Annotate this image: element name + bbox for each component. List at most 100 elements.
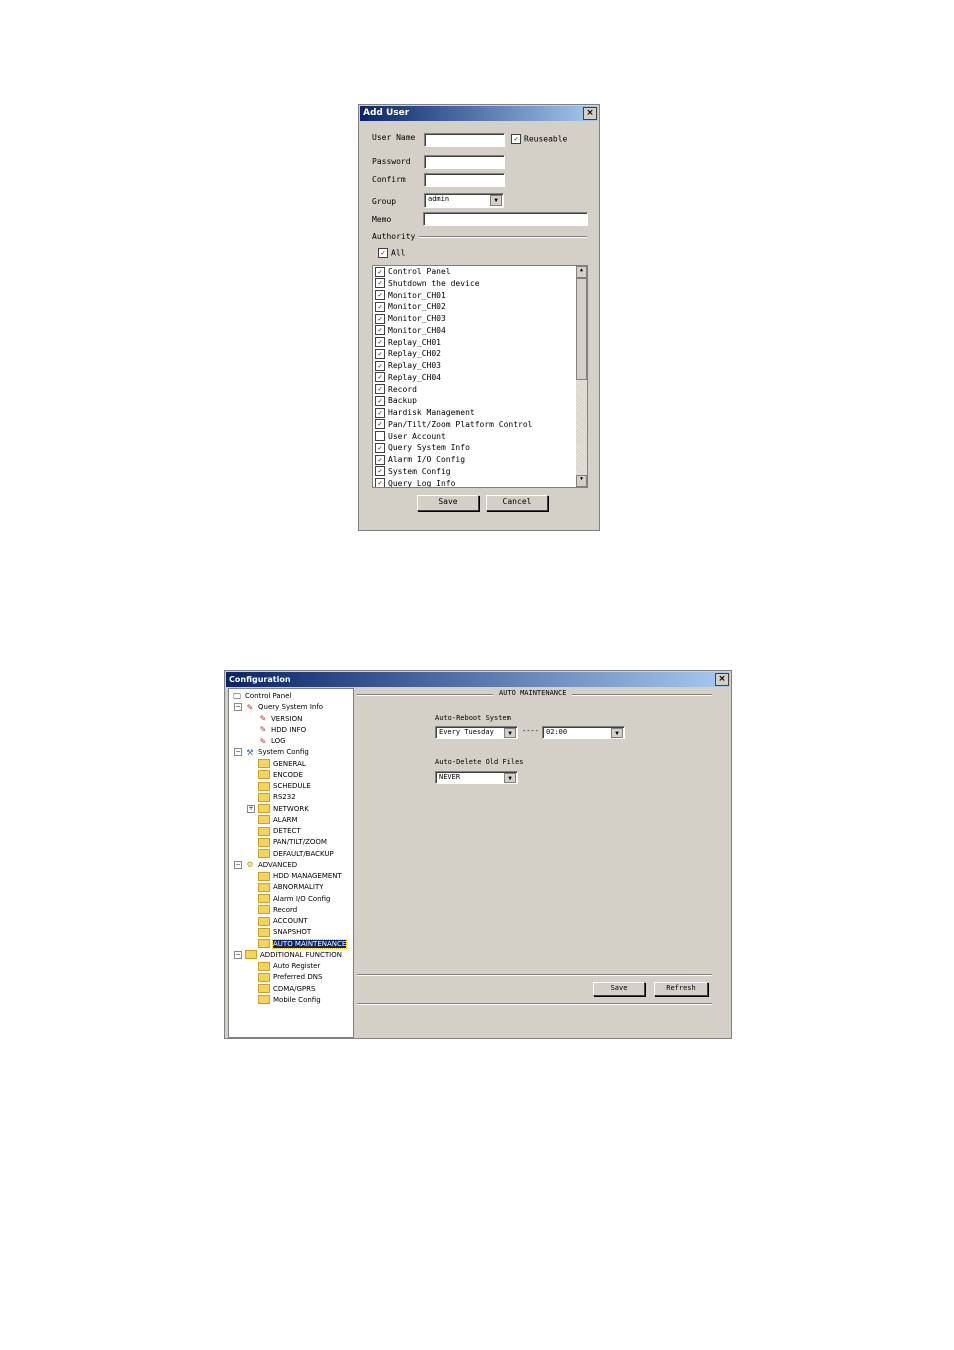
authority-item[interactable]: ✓ Monitor_CH02 [373, 301, 587, 313]
folder-icon [258, 759, 270, 768]
tree-item[interactable]: SNAPSHOT [258, 927, 311, 937]
authority-item[interactable]: ✓ Record [373, 384, 587, 396]
tree-item[interactable]: ENCODE [258, 770, 303, 780]
reuseable-label: Reuseable [524, 134, 568, 144]
tree-item[interactable]: ALARM [258, 815, 298, 825]
authority-item[interactable]: User Account [373, 431, 587, 443]
tree-item[interactable]: ✎ HDD INFO [258, 725, 306, 735]
delete-files-select[interactable]: NEVER ▼ [435, 771, 518, 784]
tree-item[interactable]: ABNORMALITY [258, 882, 324, 892]
expand-icon[interactable]: + [247, 804, 255, 813]
collapse-icon[interactable]: − [234, 703, 242, 712]
cancel-button[interactable]: Cancel [486, 495, 548, 511]
memo-input[interactable] [423, 212, 588, 226]
checkbox-icon[interactable]: ✓ [375, 278, 385, 289]
tree-item[interactable]: Mobile Config [258, 995, 321, 1005]
authority-item[interactable]: ✓ Replay_CH03 [373, 360, 587, 372]
checkbox-icon[interactable]: ✓ [375, 442, 385, 453]
tree-item[interactable]: − ADDITIONAL FUNCTION [234, 950, 342, 960]
checkbox-icon[interactable]: ✓ [375, 290, 385, 300]
tree-item[interactable]: ✎ LOG [258, 736, 286, 746]
tree-item[interactable]: − ⚙ ADVANCED [234, 860, 297, 870]
tree-item[interactable]: DEFAULT/BACKUP [258, 849, 334, 859]
authority-item[interactable]: ✓ Monitor_CH04 [373, 325, 587, 337]
authority-item[interactable]: ✓ Alarm I/O Config [373, 454, 587, 466]
collapse-icon[interactable]: − [234, 950, 242, 959]
checkbox-icon[interactable]: ✓ [375, 419, 385, 430]
checkbox-icon[interactable]: ✓ [375, 337, 385, 347]
folder-icon [258, 882, 270, 892]
tree-item[interactable]: ACCOUNT [258, 916, 308, 926]
group-select[interactable]: admin ▼ [424, 193, 504, 208]
tree-item-label: HDD INFO [271, 725, 307, 734]
collapse-icon[interactable]: − [234, 748, 242, 757]
authority-item[interactable]: ✓ Hardisk Management [373, 407, 587, 419]
reboot-day-select[interactable]: Every Tuesday ▼ [435, 726, 518, 739]
tree-item[interactable]: HDD MANAGEMENT [258, 871, 342, 881]
tree-item[interactable]: DETECT [258, 826, 301, 836]
user-name-input[interactable] [424, 133, 505, 147]
checkbox-icon[interactable]: ✓ [375, 384, 385, 394]
tree-item[interactable]: Preferred DNS [258, 972, 322, 982]
checkbox-icon[interactable]: ✓ [375, 395, 385, 406]
tree-item[interactable]: − ✎ Query System Info [234, 702, 324, 712]
checkbox-icon[interactable]: ✓ [375, 478, 385, 487]
tree-item[interactable]: ✎ VERSION [258, 714, 303, 724]
authority-item[interactable]: ✓ Backup [373, 395, 587, 407]
checkbox-icon[interactable]: ✓ [375, 360, 385, 371]
checkbox-icon[interactable] [375, 431, 385, 441]
group-value: admin [428, 195, 450, 203]
authority-item[interactable]: ✓ Pan/Tilt/Zoom Platform Control [373, 419, 587, 431]
authority-item[interactable]: ✓ Replay_CH04 [373, 372, 587, 384]
authority-item[interactable]: ✓ Monitor_CH03 [373, 313, 587, 325]
tree-item[interactable]: Auto Register [258, 961, 320, 971]
password-input[interactable] [424, 155, 505, 169]
save-button[interactable]: Save [417, 495, 479, 511]
checkbox-icon[interactable]: ✓ [375, 348, 385, 359]
tree-item[interactable]: AUTO MAINTENANCE [258, 938, 348, 949]
close-button[interactable]: × [715, 673, 729, 686]
authority-item[interactable]: ✓ Shutdown the device [373, 278, 587, 290]
authority-item[interactable]: ✓ Query System Info [373, 442, 587, 454]
authority-label: Monitor_CH04 [388, 325, 446, 335]
checkbox-icon[interactable]: ✓ [375, 301, 385, 312]
collapse-icon[interactable]: − [234, 860, 242, 869]
authority-item[interactable]: ✓ Replay_CH01 [373, 337, 587, 349]
chevron-down-icon: ▼ [504, 773, 516, 783]
tree-item[interactable]: RS232 [258, 792, 296, 802]
authority-item[interactable]: ✓ Query Log Info [373, 478, 587, 487]
authority-label: User Account [388, 431, 446, 441]
confirm-input[interactable] [424, 173, 505, 187]
tree-item[interactable]: 🖵 Control Panel [232, 691, 291, 701]
authority-item[interactable]: ✓ Monitor_CH01 [373, 290, 587, 302]
checkbox-icon[interactable]: ✓ [375, 372, 385, 383]
reuseable-checkbox[interactable]: ✓ Reuseable [511, 134, 567, 144]
close-button[interactable]: × [583, 107, 597, 120]
refresh-button[interactable]: Refresh [654, 982, 708, 996]
tree-item[interactable]: CDMA/GPRS [258, 984, 315, 994]
checkbox-icon[interactable]: ✓ [375, 407, 385, 418]
save-button[interactable]: Save [593, 982, 645, 996]
checkbox-icon[interactable]: ✓ [375, 454, 385, 465]
checkbox-icon[interactable]: ✓ [375, 325, 385, 336]
tree-item[interactable]: Alarm I/O Config [258, 894, 330, 904]
authority-item[interactable]: ✓ System Config [373, 466, 587, 478]
tree-item[interactable]: SCHEDULE [258, 781, 311, 791]
scroll-thumb[interactable] [576, 278, 587, 380]
tree-item[interactable]: Record [258, 905, 297, 915]
tree-item[interactable]: GENERAL [258, 759, 306, 769]
checkbox-icon[interactable]: ✓ [375, 266, 385, 277]
authority-item[interactable]: ✓ Control Panel [373, 266, 587, 278]
reboot-time-select[interactable]: 02:00 ▼ [542, 726, 625, 739]
tree-item[interactable]: + NETWORK [247, 804, 309, 814]
scrollbar[interactable]: ▲ ▼ [576, 266, 587, 487]
scroll-up-icon[interactable]: ▲ [576, 266, 587, 278]
all-checkbox[interactable]: ✓ All [378, 248, 405, 258]
scroll-down-icon[interactable]: ▼ [576, 475, 587, 487]
tree-item-label: Query System Info [258, 703, 324, 712]
authority-item[interactable]: ✓ Replay_CH02 [373, 348, 587, 360]
checkbox-icon[interactable]: ✓ [375, 313, 385, 324]
tree-item[interactable]: PAN/TILT/ZOOM [258, 837, 327, 847]
checkbox-icon[interactable]: ✓ [375, 466, 385, 477]
tree-item[interactable]: − ⚒ System Config [234, 747, 309, 757]
